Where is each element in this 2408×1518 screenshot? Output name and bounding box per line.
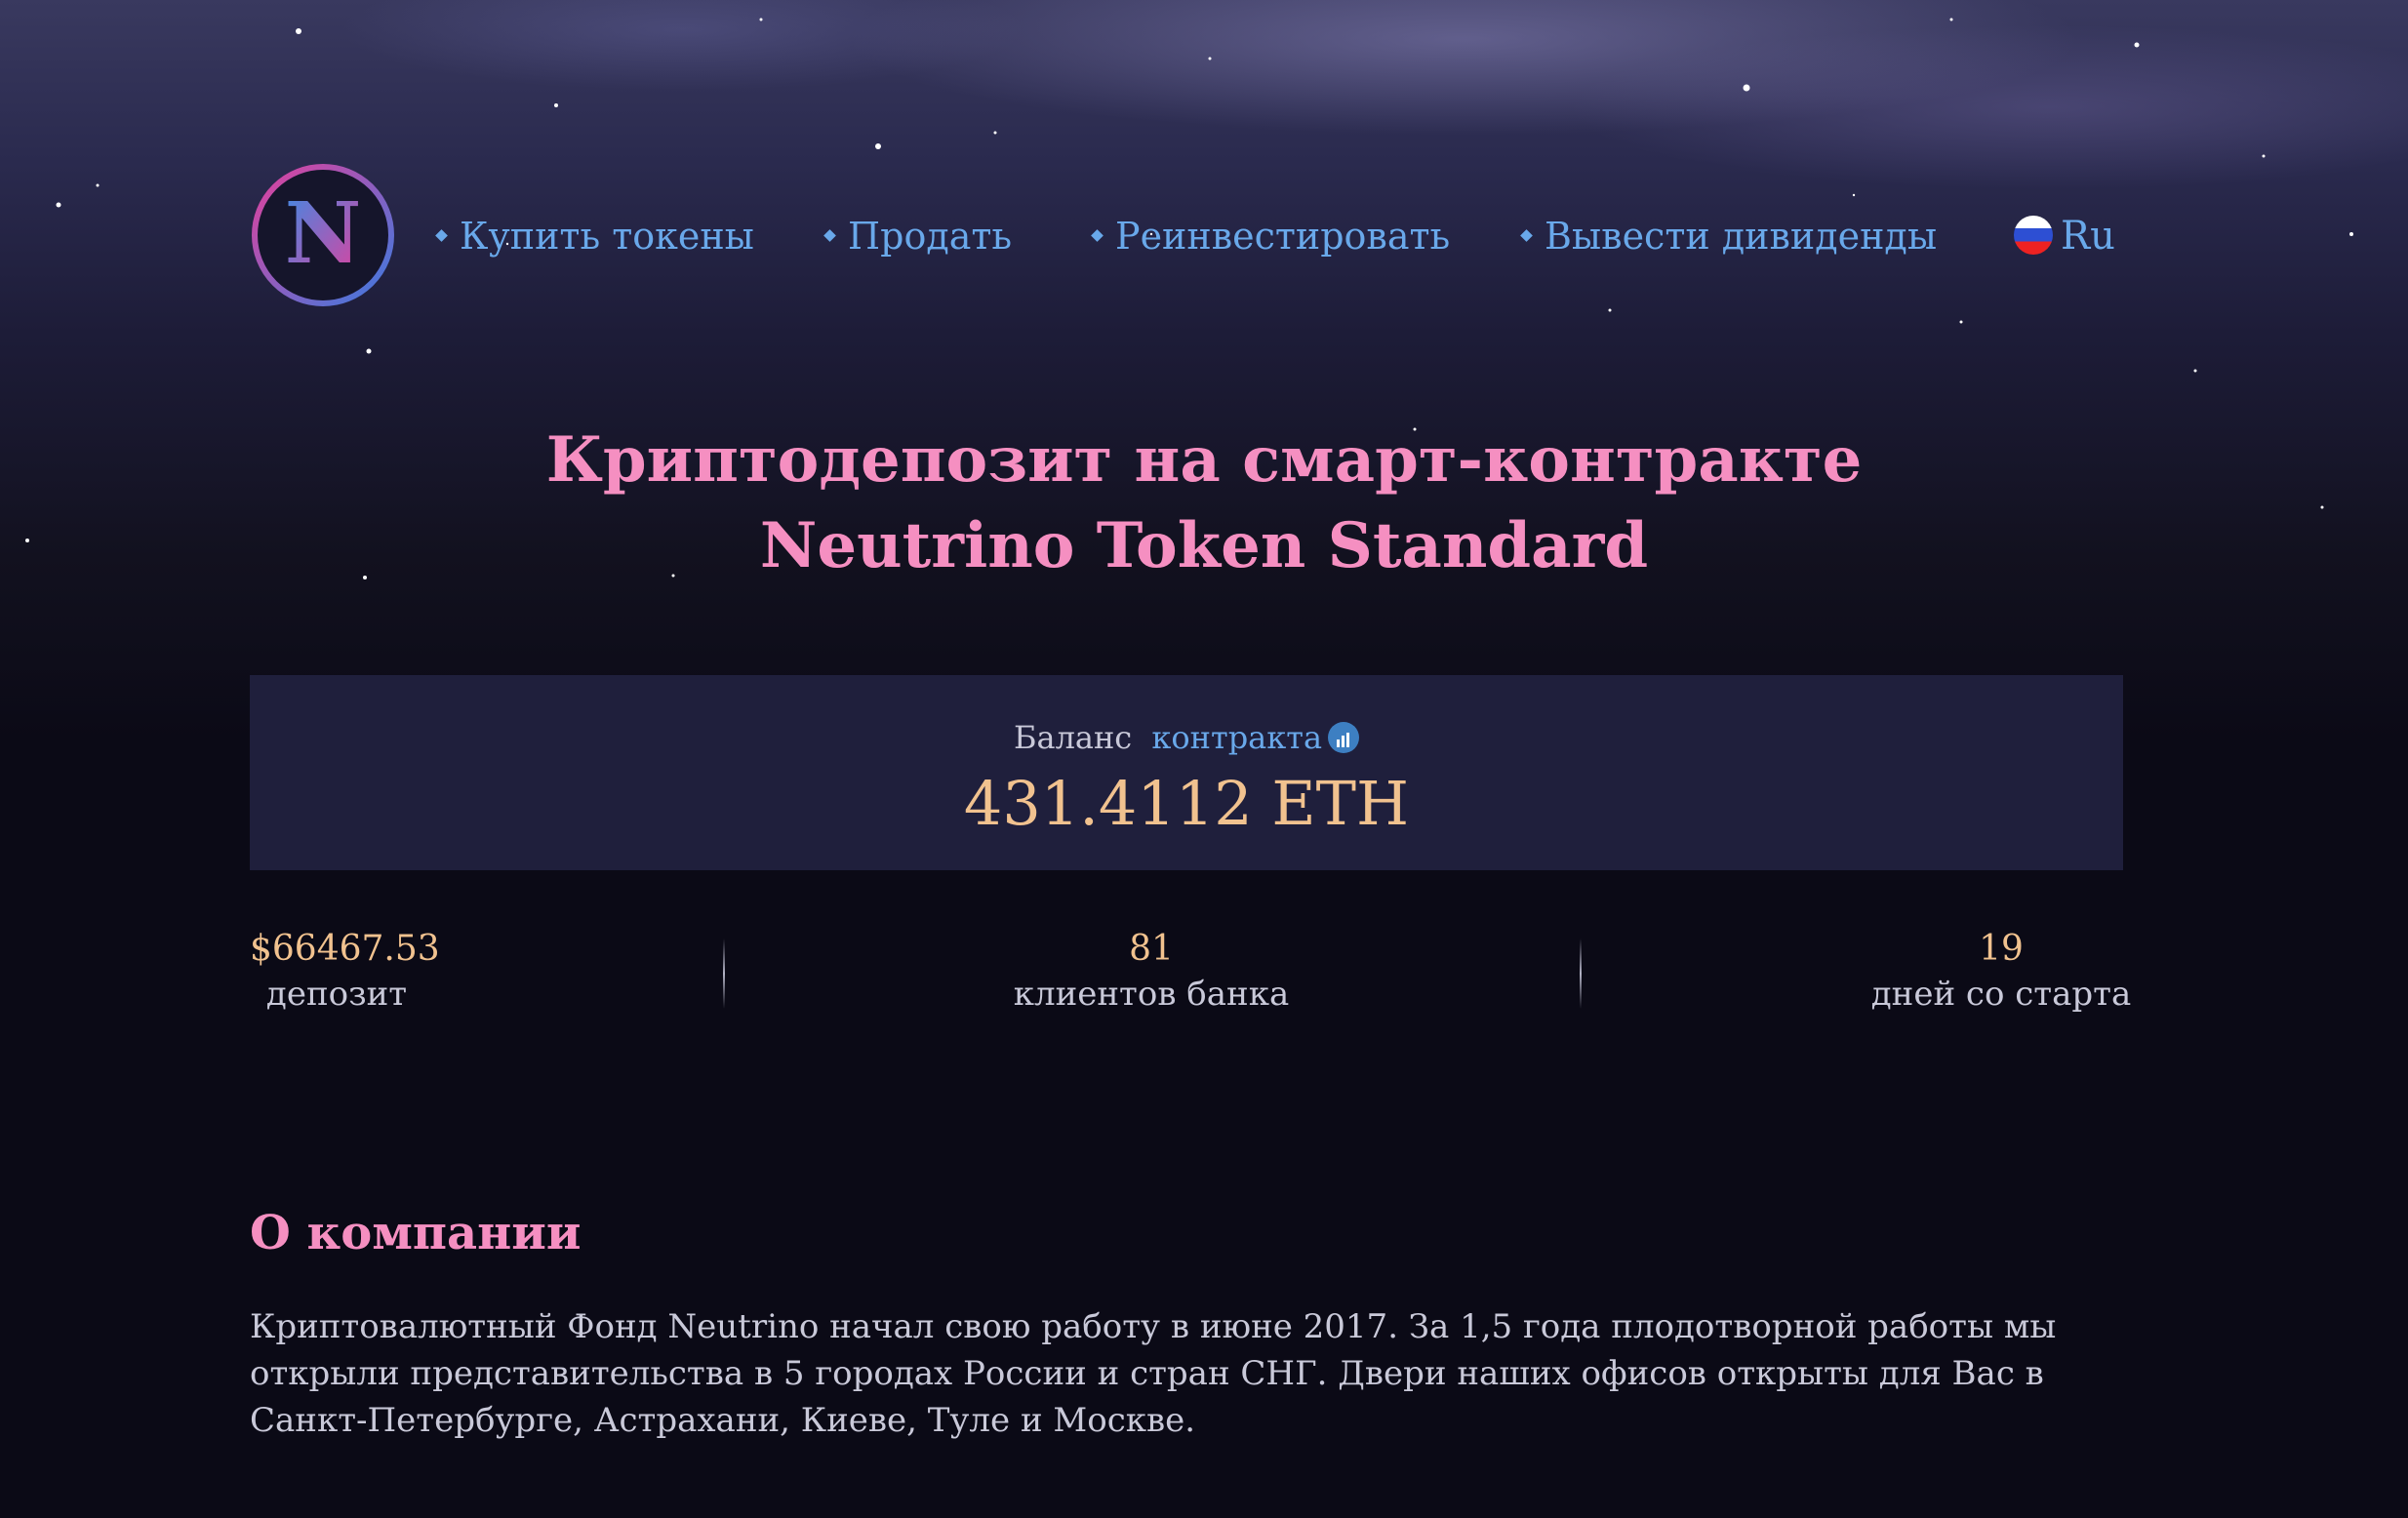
language-switcher[interactable]: Ru [2014, 207, 2115, 265]
nav-item-sell[interactable]: Продать [823, 207, 1013, 265]
russia-flag-icon [2014, 216, 2053, 255]
stat-value: 81 [1129, 929, 1174, 969]
language-label: Ru [2061, 214, 2115, 259]
balance-value: 431.4112 ETH [963, 768, 1410, 839]
nav-item-withdraw-dividends[interactable]: Вывести дивиденды [1520, 207, 1938, 265]
hero-title: Криптодепозит на смарт-контракте Neutrin… [0, 418, 2408, 589]
nav-item-reinvest[interactable]: Реинвестировать [1091, 207, 1451, 265]
nav-item-label: Купить токены [460, 215, 754, 258]
balance-label-row: Баланс контракта [250, 714, 2123, 761]
bullet-icon [1091, 229, 1104, 242]
hero-title-line2: Neutrino Token Standard [759, 509, 1649, 582]
bullet-icon [1520, 229, 1533, 242]
nav-item-label: Вывести дивиденды [1545, 215, 1938, 258]
stat-days: 19 дней со старта [1869, 927, 2133, 1017]
balance-card: Баланс контракта 431.4112 ETH [250, 675, 2123, 870]
stat-value: $66467.53 [250, 929, 440, 969]
contract-link[interactable]: контракта [1151, 719, 1360, 756]
stat-label: дней со старта [1870, 975, 2132, 1014]
stat-divider [1580, 939, 1582, 1009]
bullet-icon [823, 229, 836, 242]
stat-clients: 81 клиентов банка [1005, 927, 1298, 1017]
stat-label: депозит [265, 975, 408, 1014]
logo-letter: N [285, 184, 362, 283]
balance-label: Баланс [1013, 719, 1133, 756]
about-text: Криптовалютный Фонд Neutrino начал свою … [250, 1307, 2057, 1440]
stat-label: клиентов банка [1013, 975, 1290, 1014]
stat-deposit: $66467.53 депозит [250, 927, 440, 1017]
bullet-icon [435, 229, 448, 242]
contract-link-label: контракта [1151, 719, 1323, 756]
nav-item-buy-tokens[interactable]: Купить токены [435, 207, 754, 265]
neutrino-logo[interactable]: N [250, 162, 396, 308]
about-title: О компании [250, 1206, 582, 1260]
nav-item-label: Продать [848, 215, 1013, 258]
stat-value: 19 [1979, 929, 2024, 969]
chart-icon [1328, 721, 1360, 753]
nav-item-label: Реинвестировать [1115, 215, 1451, 258]
hero-title-line1: Криптодепозит на смарт-контракте [545, 423, 1863, 497]
stat-divider [723, 939, 725, 1009]
